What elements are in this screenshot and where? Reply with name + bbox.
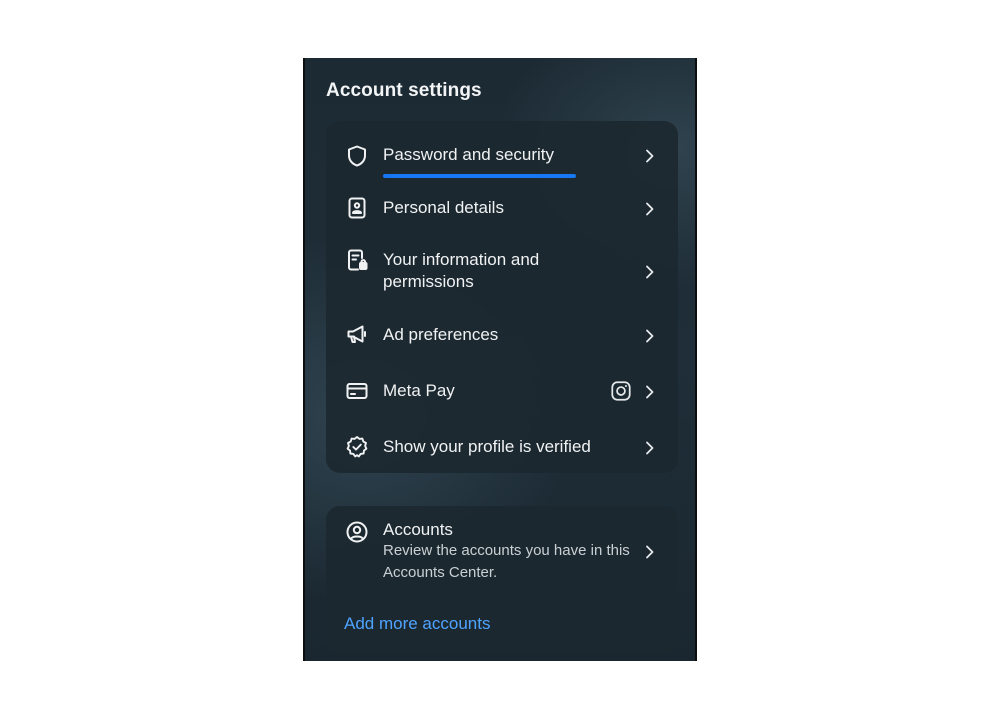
menu-item-password-security[interactable]: Password and security <box>326 129 678 183</box>
menu-item-accounts[interactable]: Accounts Review the accounts you have in… <box>326 506 678 598</box>
chevron-right-icon <box>644 264 656 280</box>
account-settings-card: Password and security Personal details Y… <box>326 121 678 473</box>
verified-badge-icon <box>344 434 370 460</box>
megaphone-icon <box>344 321 370 347</box>
chevron-right-icon <box>644 201 656 217</box>
menu-item-label: Show your profile is verified <box>383 437 591 456</box>
accounts-card: Accounts Review the accounts you have in… <box>326 506 678 654</box>
account-settings-screen: Account settings Password and security P… <box>303 58 697 661</box>
shield-icon <box>344 143 370 169</box>
menu-item-label: Password and security <box>383 145 555 164</box>
chevron-right-icon <box>644 440 656 456</box>
add-more-accounts-link[interactable]: Add more accounts <box>344 614 490 634</box>
highlight-underline <box>383 174 576 178</box>
chevron-right-icon <box>644 544 656 560</box>
menu-item-information-permissions[interactable]: Your information and permissions <box>326 237 678 307</box>
section-title: Account settings <box>326 80 482 101</box>
instagram-icon <box>610 380 632 402</box>
menu-item-ad-preferences[interactable]: Ad preferences <box>326 309 678 361</box>
menu-item-verified-profile[interactable]: Show your profile is verified <box>326 421 678 473</box>
chevron-right-icon <box>644 384 656 400</box>
credit-card-icon <box>344 378 370 404</box>
menu-item-personal-details[interactable]: Personal details <box>326 183 678 233</box>
menu-item-label: Ad preferences <box>383 325 499 344</box>
accounts-description: Review the accounts you have in this Acc… <box>383 542 630 581</box>
id-card-icon <box>344 195 370 221</box>
menu-item-label: Meta Pay <box>383 381 455 400</box>
chevron-right-icon <box>644 148 656 164</box>
menu-item-meta-pay[interactable]: Meta Pay <box>326 365 678 417</box>
menu-item-label: Personal details <box>383 198 504 217</box>
menu-item-label: Your information and permissions <box>383 250 540 291</box>
chevron-right-icon <box>644 328 656 344</box>
document-lock-icon <box>344 247 370 273</box>
accounts-title: Accounts <box>383 520 453 539</box>
user-circle-icon <box>344 519 370 545</box>
